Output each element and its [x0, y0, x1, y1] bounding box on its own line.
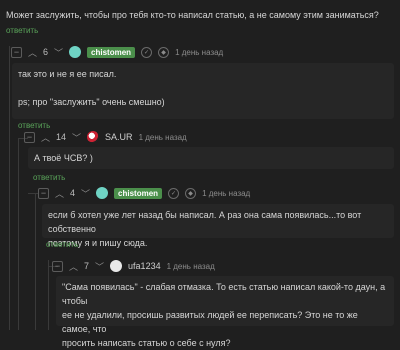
score: 6: [43, 47, 49, 57]
thread-line: [48, 260, 49, 330]
timestamp[interactable]: 1 день назад: [167, 262, 215, 271]
thread-branch: [28, 193, 38, 194]
comment-line: "Сама появилась" - слабая отмазка. То ес…: [62, 282, 386, 306]
collapse-toggle[interactable]: −: [24, 131, 35, 143]
avatar[interactable]: [87, 131, 100, 143]
comment-bubble: так это и не я ее писал. ps; про "заслуж…: [12, 63, 394, 119]
comment-line: так это и не я ее писал.: [18, 69, 117, 79]
verified-icon: ✓: [141, 46, 153, 58]
reply-link[interactable]: ответить: [46, 240, 78, 249]
thread-line: [9, 46, 10, 330]
downvote-icon[interactable]: ﹀: [54, 46, 63, 59]
top-comment-text: Может заслужить, чтобы про тебя кто-то н…: [6, 10, 379, 20]
username[interactable]: ufa1234: [128, 261, 161, 271]
shield-icon: ◆: [158, 46, 170, 58]
username-badge[interactable]: chistomen: [87, 46, 136, 58]
comment-bubble: А твоё ЧСВ? ): [28, 147, 394, 169]
downvote-icon[interactable]: ﹀: [81, 187, 90, 200]
shield-icon: ◆: [185, 187, 197, 199]
verified-icon: ✓: [168, 187, 180, 199]
collapse-toggle[interactable]: −: [11, 46, 22, 58]
thread-line: [35, 193, 36, 330]
username-badge[interactable]: chistomen: [114, 187, 163, 199]
comment-line: ее не удалили, просишь развитых людей ее…: [62, 310, 358, 334]
collapse-toggle[interactable]: −: [52, 260, 63, 272]
username[interactable]: SA.UR: [105, 132, 133, 142]
comment-line: поэтому я и пишу сюда.: [48, 238, 148, 248]
upvote-icon[interactable]: ︿: [28, 46, 37, 59]
reply-link[interactable]: ответить: [33, 173, 65, 182]
comment-header: − ︿ 4 ﹀ chistomen ✓ ◆ 1 день назад: [38, 185, 250, 201]
comment-header: − ︿ 7 ﹀ ufa1234 1 день назад: [52, 258, 215, 274]
score: 14: [56, 132, 67, 142]
comment-line: если б хотел уже лет назад бы написал. А…: [48, 210, 362, 234]
comment-bubble: если б хотел уже лет назад бы написал. А…: [42, 204, 394, 248]
comment-bubble: "Сама появилась" - слабая отмазка. То ес…: [56, 276, 394, 348]
downvote-icon[interactable]: ﹀: [95, 260, 104, 273]
reply-link[interactable]: ответить: [6, 26, 38, 35]
avatar[interactable]: [110, 260, 123, 272]
avatar[interactable]: [69, 46, 82, 58]
collapse-toggle[interactable]: −: [38, 187, 49, 199]
upvote-icon[interactable]: ︿: [69, 260, 78, 273]
upvote-icon[interactable]: ︿: [41, 131, 50, 144]
avatar[interactable]: [96, 187, 109, 199]
score: 4: [70, 188, 76, 198]
timestamp[interactable]: 1 день назад: [202, 189, 250, 198]
timestamp[interactable]: 1 день назад: [175, 48, 223, 57]
comment-text: А твоё ЧСВ? ): [34, 153, 93, 163]
comment-line: ps; про "заслужить" очень смешно): [18, 97, 165, 107]
thread-line: [18, 138, 19, 330]
comment-header: − ︿ 6 ﹀ chistomen ✓ ◆ 1 день назад: [11, 44, 223, 60]
downvote-icon[interactable]: ﹀: [72, 131, 81, 144]
timestamp[interactable]: 1 день назад: [139, 133, 187, 142]
comment-line: просить написать статью о себе с нуля?: [62, 338, 231, 348]
comment-header: − ︿ 14 ﹀ SA.UR 1 день назад: [24, 129, 187, 145]
upvote-icon[interactable]: ︿: [55, 187, 64, 200]
score: 7: [84, 261, 90, 271]
